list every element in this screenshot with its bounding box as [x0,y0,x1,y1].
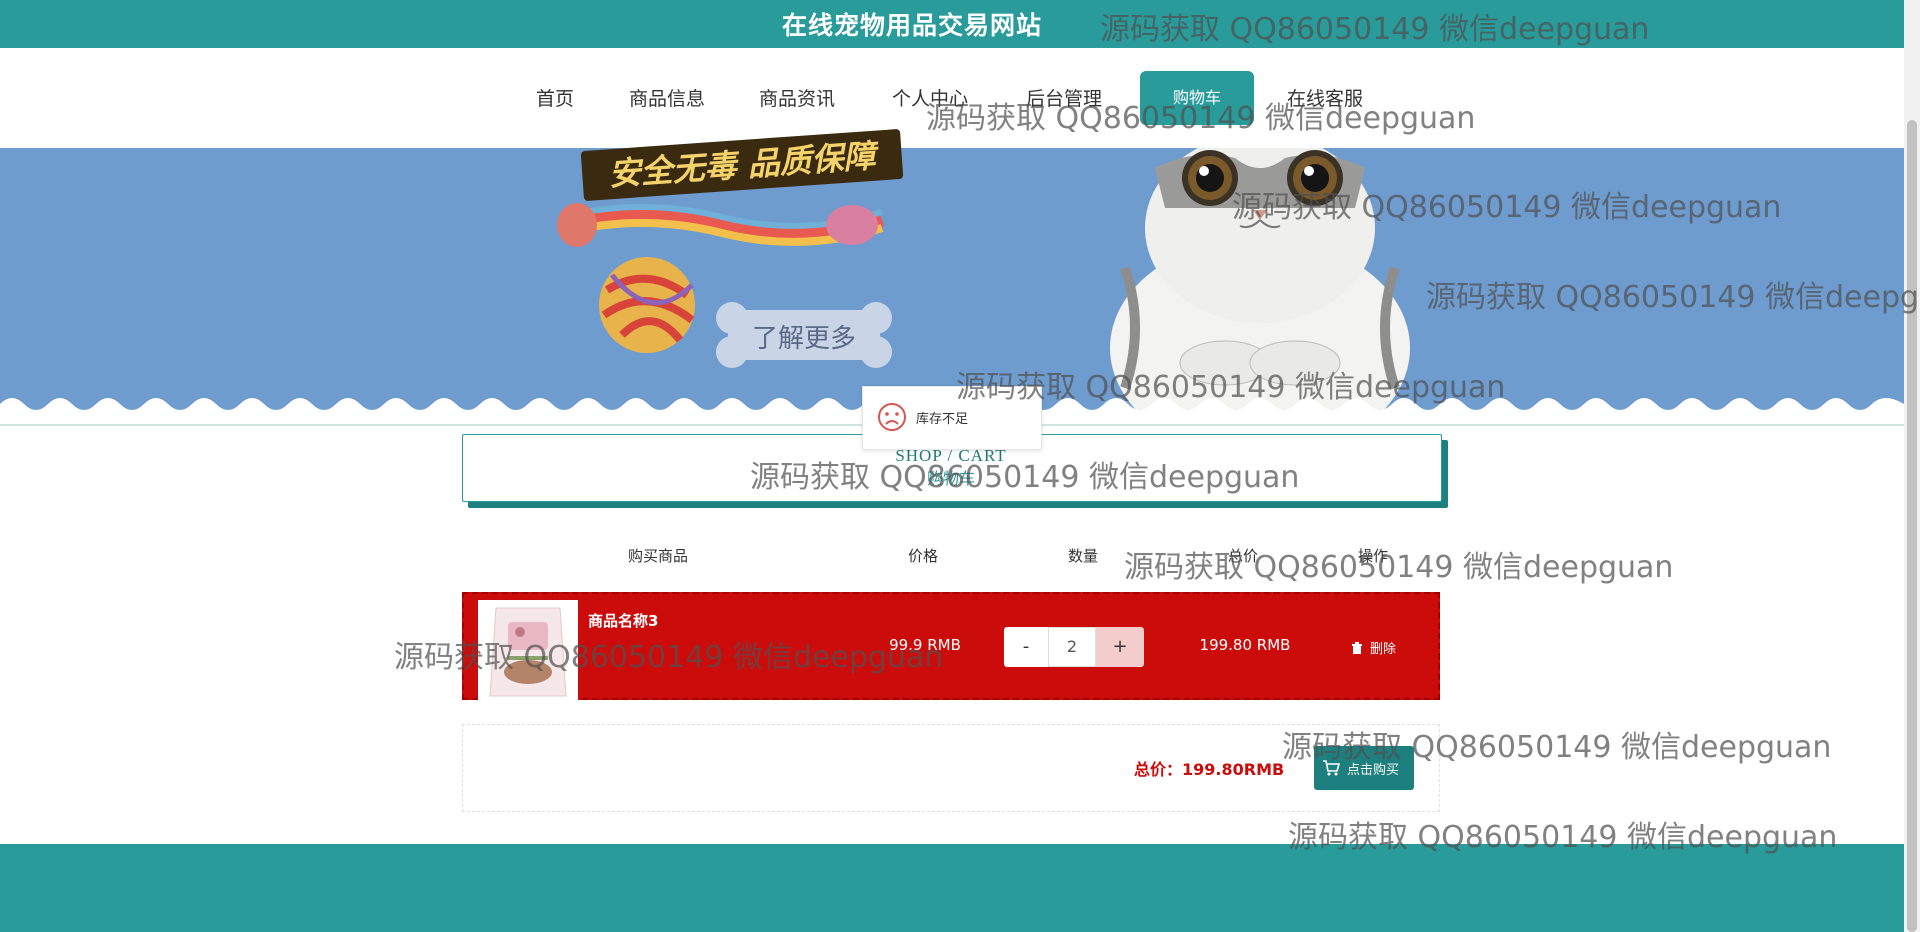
quantity-increase-button[interactable]: + [1096,627,1144,667]
quantity-input[interactable]: 2 [1048,627,1096,667]
trash-icon [1352,642,1362,654]
delete-label: 删除 [1370,642,1397,657]
cat-image [1110,148,1410,424]
nav-item-support[interactable]: 在线客服 [1287,84,1363,111]
hero-banner [0,148,1904,424]
cart-total: 总价：199.80RMB [1134,760,1285,779]
nav-item-cart-label: 购物车 [1172,88,1221,107]
learn-more-label[interactable]: 了解更多 [714,318,894,355]
nav-item-profile[interactable]: 个人中心 [892,84,968,111]
product-name[interactable]: 商品名称3 [588,610,658,631]
scrollbar-thumb[interactable] [1907,120,1917,932]
delete-button[interactable]: 删除 [1350,638,1396,657]
nav-item-products[interactable]: 商品信息 [629,84,705,111]
table-header-actions: 操作 [1358,547,1389,565]
nav-item-home[interactable]: 首页 [536,84,574,111]
nav-item-admin[interactable]: 后台管理 [1026,84,1102,111]
footer [0,844,1904,932]
toast-message: 库存不足 [916,412,969,427]
checkout-label[interactable]: 点击购买 [1347,759,1399,778]
section-title-cn: 购物车 [926,469,975,488]
site-title: 在线宠物用品交易网站 [781,11,1042,40]
cart-icon [1323,760,1340,776]
table-header-price: 价格 [908,547,939,565]
product-image[interactable] [478,600,578,700]
cart-total-box [462,724,1440,812]
quantity-decrease-button[interactable]: - [1004,627,1048,667]
table-header-subtotal: 总价 [1228,547,1259,565]
watermark: 源码获取 QQ86050149 微信deepguan [1124,550,1674,585]
table-header-quantity: 数量 [1068,547,1099,565]
item-subtotal: 199.80 RMB [1199,636,1291,654]
nav-item-news[interactable]: 商品资讯 [759,84,835,111]
sad-face-icon [878,403,906,431]
nav-item-cart[interactable]: 购物车 [1140,71,1254,125]
table-header-product: 购买商品 [628,547,689,565]
product-price: 99.9 RMB [889,636,961,654]
